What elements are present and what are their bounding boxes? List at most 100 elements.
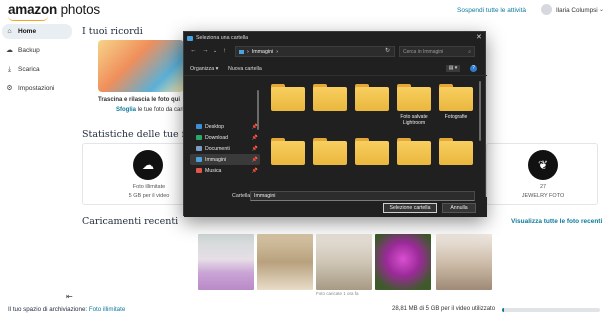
download-icon: ⤓ [7,66,12,73]
recent-photo[interactable] [375,234,431,290]
nav-pane-item-immagini[interactable]: Immagini 📌 [190,154,260,165]
pin-icon: 📌 [251,167,258,174]
recent-photo[interactable] [436,234,492,290]
recent-photo[interactable] [316,234,372,290]
folder-icon [196,135,202,140]
nav-pane-item-label: Immagini [205,156,227,163]
sidebar-item-label: Scarica [18,66,40,73]
folder-icon [271,141,305,165]
sidebar-item-scarica[interactable]: ⤓ Scarica [2,62,72,77]
memories-illustration [98,40,184,92]
user-name[interactable]: Ilaria Columpsi [556,7,598,14]
folder-icon [313,141,347,165]
chevron-down-icon[interactable]: ⌄ [213,48,217,54]
cancel-button[interactable]: Annulla [442,203,476,213]
search-placeholder: Cerca in Immagini [403,49,444,55]
organize-menu[interactable]: Organizza ▾ [190,66,218,72]
avatar[interactable] [541,4,552,15]
collapse-sidebar-icon[interactable]: ⇤ [66,292,73,301]
storage-plan-link[interactable]: Foto illimitate [89,306,125,313]
sidebar-item-label: Backup [18,47,40,54]
folder-name-field[interactable]: Immagini [250,191,475,201]
folder-item[interactable] [397,138,431,165]
nav-pane-item-label: Musica [205,167,222,174]
recent-photo[interactable] [257,234,313,290]
storage-label: Il tuo spazio di archiviazione: [8,306,89,313]
video-usage-text: 28,81 MB di 5 GB per il video utilizzato [392,306,496,312]
folder-item[interactable] [313,138,347,165]
dialog-titlebar[interactable]: Seleziona una cartella [187,35,248,41]
chevron-down-icon[interactable]: ⌄ [599,6,604,13]
storage-info: Il tuo spazio di archiviazione: Foto ill… [8,306,125,313]
folder-icon [355,141,389,165]
view-options-icon[interactable]: ▤ ▾ [446,65,460,72]
back-icon[interactable]: ← [190,47,197,54]
sidebar-item-backup[interactable]: ☁ Backup [2,43,72,58]
scrollbar[interactable] [257,90,259,130]
folder-icon [439,87,473,111]
breadcrumb[interactable]: Immagini [252,49,274,55]
nav-pane-item-download[interactable]: Download 📌 [190,132,260,143]
photo-caption: Foto caricate 1 ora fa [316,291,359,296]
folder-item[interactable] [271,84,305,111]
sidebar-item-label: Impostazioni [18,85,55,92]
breadcrumb-chevron-icon[interactable]: › [276,49,278,55]
sidebar-item-label: Home [18,28,37,35]
stat-card-jewelry[interactable]: ❦ 27 JEWELRY FOTO [486,143,598,205]
folder-icon [313,87,347,111]
recent-title: Caricamenti recenti [82,216,179,227]
folder-icon [355,87,389,111]
new-folder-button[interactable]: Nuova cartella [228,66,262,72]
browse-link[interactable]: Sfoglia [116,107,136,113]
folder-icon [196,124,202,129]
memories-title: I tuoi ricordi [82,26,143,37]
select-folder-button[interactable]: Selezione cartella [383,203,437,213]
select-folder-dialog: Seleziona una cartella ✕ ← → ⌄ ↑ › Immag… [183,31,487,217]
pin-icon: 📌 [251,156,258,163]
folder-icon [397,141,431,165]
folder-label: Foto salvate Lightroom [400,114,428,126]
logo-smile [8,16,48,21]
nav-pane-item-documenti[interactable]: Documenti 📌 [190,143,260,154]
folder-item[interactable] [355,138,389,165]
recent-photo[interactable] [198,234,254,290]
nav-pane-item-label: Documenti [205,145,230,152]
breadcrumb-separator: › [247,48,249,55]
nav-pane-item-label: Desktop [205,123,225,130]
nav-pane-item-musica[interactable]: Musica 📌 [190,165,260,176]
folder-item[interactable] [439,84,473,111]
folder-icon [196,146,202,151]
forward-icon[interactable]: → [202,47,209,54]
view-all-recent-link[interactable]: Visualizza tutte le foto recenti [511,218,602,225]
folder-icon [196,157,202,162]
sidebar-item-impostazioni[interactable]: ⚙ Impostazioni [2,81,72,96]
search-icon: ⌕ [468,49,471,55]
amazon-photos-logo[interactable]: amazon photos [8,2,100,17]
folder-item[interactable] [355,84,389,111]
pause-activities-link[interactable]: Sospendi tutte le attività [457,7,526,14]
folder-icon [439,141,473,165]
folder-item[interactable] [271,138,305,165]
folder-item[interactable] [313,84,347,111]
stat-count: 27 [539,184,547,190]
logo-text-photos: photos [57,2,101,17]
divider [184,75,487,76]
close-icon[interactable]: ✕ [476,33,482,41]
refresh-icon[interactable]: ↻ [385,47,390,54]
help-icon[interactable]: ? [470,65,477,72]
nav-pane-item-label: Download [205,134,229,141]
video-storage-bar [502,308,600,312]
folder-icon [271,87,305,111]
search-input[interactable]: Cerca in Immagini ⌕ [399,46,475,57]
folder-item[interactable] [439,138,473,165]
folder-icon [187,35,193,41]
scrollbar[interactable] [479,81,481,141]
image-folder-icon [239,49,244,54]
folder-label: Fotografie [444,114,468,120]
folder-item[interactable] [397,84,431,111]
address-bar[interactable]: › Immagini › [235,46,395,57]
sidebar-item-home[interactable]: ⌂ Home [2,24,72,39]
logo-text: amazon [8,2,58,17]
up-icon[interactable]: ↑ [223,47,226,54]
nav-pane-item-desktop[interactable]: Desktop 📌 [190,121,260,132]
